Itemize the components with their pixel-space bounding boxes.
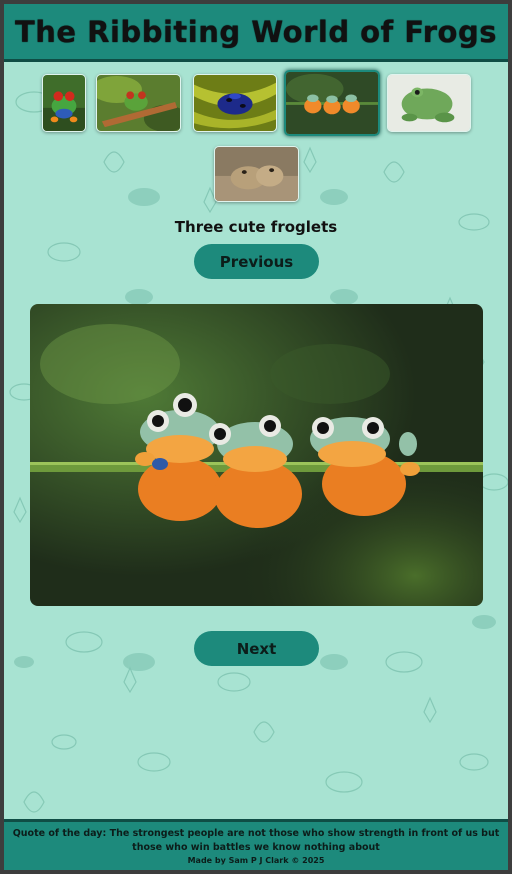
thumbnail-blue-poison-dart-frog[interactable] [193,74,277,132]
site-title: The Ribbiting World of Frogs [14,14,498,49]
previous-button[interactable]: Previous [194,244,319,279]
main-frog-photo [30,304,483,606]
image-caption: Three cute froglets [174,218,338,236]
site-header: The Ribbiting World of Frogs [4,4,508,62]
thumbnail-frog-on-branch[interactable] [96,74,181,132]
thumbnail-green-tree-frog[interactable] [387,74,471,132]
quote-of-the-day: Quote of the day: The strongest people a… [12,828,500,853]
thumbnail-three-froglets[interactable] [284,70,380,136]
thumbnail-gallery [4,70,508,204]
thumbnail-red-eyed-tree-frog[interactable] [42,74,86,132]
footer-credit: Made by Sam P J Clark © 2025 [187,856,325,865]
page: The Ribbiting World of Frogs Three cute … [4,4,508,870]
next-button[interactable]: Next [194,631,319,666]
thumbnail-brown-rain-frog[interactable] [214,146,299,202]
site-footer: Quote of the day: The strongest people a… [4,819,508,870]
